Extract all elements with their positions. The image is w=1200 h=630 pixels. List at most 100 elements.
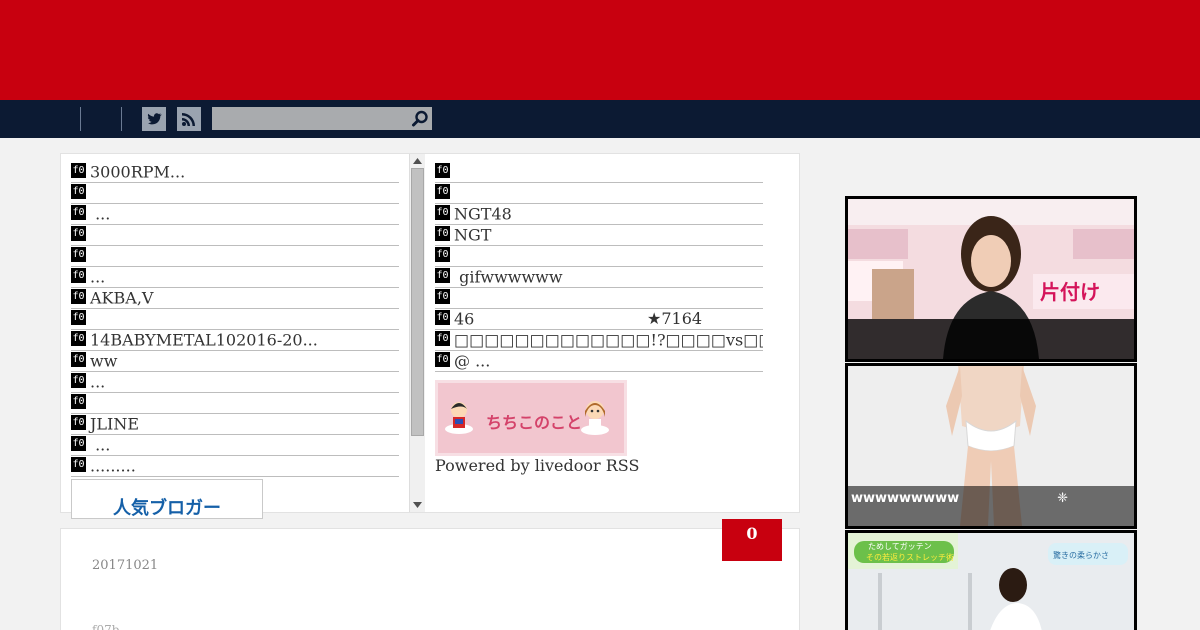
feed-item[interactable]: f0 <box>435 246 763 267</box>
navbar <box>0 100 1200 138</box>
feed-list-right[interactable]: f0 f0 f0 NGT48 f0 NGT f0 f0 gifwwwwww f0 f0 46 ★716… <box>435 162 763 475</box>
scroll-up-arrow-icon[interactable] <box>412 156 423 166</box>
feed-favicon-icon: f0 <box>435 205 450 220</box>
feed-item[interactable]: f0 14BABYMETAL102016-20... <box>71 330 399 351</box>
feed-favicon-icon: f0 <box>71 310 86 325</box>
chibi-character-icon <box>581 401 609 435</box>
nav-separator <box>80 107 81 131</box>
feed-item-title[interactable]: ... <box>90 268 105 287</box>
feed-item[interactable]: f0 <box>71 183 399 204</box>
feed-item[interactable]: f0 <box>435 162 763 183</box>
feed-item-title[interactable]: 3000RPM... <box>90 163 185 182</box>
feed-favicon-icon: f0 <box>435 352 450 367</box>
feed-item[interactable]: f0 <box>71 246 399 267</box>
feed-favicon-icon: f0 <box>71 163 86 178</box>
sidebar-thumbnail[interactable]: wwwwwwwww ❈ <box>845 363 1137 529</box>
feed-favicon-icon: f0 <box>71 415 86 430</box>
powered-by-text[interactable]: Powered by livedoor RSS <box>435 456 639 475</box>
feed-item[interactable]: f0 <box>71 225 399 246</box>
feed-item[interactable]: f0 <box>435 288 763 309</box>
thumbnail-image: wwwwwwwww ❈ <box>848 366 1134 526</box>
feed-item-title[interactable]: AKBA,V <box>90 289 153 308</box>
feed-favicon-icon: f0 <box>435 184 450 199</box>
feed-item-title[interactable]: NGT48 <box>454 205 512 224</box>
comment-count-badge[interactable]: 0 <box>722 519 782 561</box>
feed-item[interactable]: f0 <box>435 183 763 204</box>
feed-favicon-icon: f0 <box>71 457 86 472</box>
top-banner <box>0 0 1200 100</box>
feed-item[interactable]: f0 ww <box>71 351 399 372</box>
feed-item[interactable]: f0... <box>71 267 399 288</box>
feed-favicon-icon: f0 <box>435 163 450 178</box>
feed-item-title[interactable]: NGT <box>454 226 491 245</box>
feed-item-title[interactable]: @ ... <box>454 352 490 371</box>
chichiko-banner[interactable]: ちちこのこと <box>435 380 627 456</box>
feed-favicon-icon: f0 <box>71 268 86 283</box>
feed-item[interactable]: f0 □□□□□□□□□□□□□!?□□□□vs□□□□ □□□□□□□□ <box>435 330 763 351</box>
sidebar-thumbnail[interactable]: 片付け <box>845 196 1137 362</box>
popular-blogger-label: 人気ブロガー <box>113 498 221 519</box>
feed-item[interactable]: f0 AKBA,V <box>71 288 399 309</box>
scroll-down-arrow-icon[interactable] <box>412 500 423 510</box>
twitter-icon[interactable] <box>142 107 166 131</box>
feed-favicon-icon: f0 <box>71 289 86 304</box>
search-input[interactable] <box>212 107 408 130</box>
article-subtext: f07b <box>92 623 120 630</box>
feed-item[interactable]: f0 ... <box>71 204 399 225</box>
chichiko-banner-label: ちちこのこと <box>486 413 583 432</box>
feed-item-count: ★7164 <box>647 309 703 328</box>
feed-item[interactable]: f0 NGT48 <box>435 204 763 225</box>
feed-item[interactable]: f0 @ ... <box>435 351 763 372</box>
feed-item-title[interactable]: ww <box>90 352 117 371</box>
feed-favicon-icon: f0 <box>71 352 86 367</box>
search-icon[interactable] <box>411 109 430 128</box>
feed-favicon-icon: f0 <box>71 436 86 451</box>
scrollbar[interactable] <box>409 154 425 512</box>
feed-item[interactable]: f0... <box>71 372 399 393</box>
feed-favicon-icon: f0 <box>71 205 86 220</box>
search-box <box>212 107 432 130</box>
feed-list-left[interactable]: f0 3000RPM... f0 f0 ... f0 f0 f0... f0 AKBA,V f0 f… <box>71 162 399 512</box>
thumbnail-image: 片付け <box>848 199 1134 359</box>
sidebar-thumbnail[interactable]: ためしてガッテン その若返りストレッチ術 驚きの柔らかさ <box>845 530 1137 630</box>
feed-item[interactable]: f0 <box>71 309 399 330</box>
feed-favicon-icon: f0 <box>71 373 86 388</box>
popular-blogger-banner[interactable]: 人気ブロガー <box>71 479 263 519</box>
feed-favicon-icon: f0 <box>71 394 86 409</box>
scroll-thumb[interactable] <box>411 168 424 436</box>
feed-item-title[interactable]: 14BABYMETAL102016-20... <box>90 331 318 350</box>
feed-favicon-icon: f0 <box>435 247 450 262</box>
chibi-character-icon <box>445 402 473 434</box>
feed-favicon-icon: f0 <box>435 289 450 304</box>
feed-item-title[interactable]: 46 <box>454 310 474 329</box>
feed-item[interactable]: f0 gifwwwwww <box>435 267 763 288</box>
thumbnail-caption: wwwwwwwww ❈ <box>848 486 1134 526</box>
feed-favicon-icon: f0 <box>71 331 86 346</box>
svg-text:その若返りストレッチ術: その若返りストレッチ術 <box>866 552 954 562</box>
thumbnail-caption <box>848 319 1134 359</box>
feed-item[interactable]: f0 ... <box>71 435 399 456</box>
feed-item[interactable]: f0 <box>71 393 399 414</box>
feed-item[interactable]: f0 JLINE <box>71 414 399 435</box>
feed-favicon-icon: f0 <box>435 226 450 241</box>
feed-favicon-icon: f0 <box>71 184 86 199</box>
feed-item-title[interactable]: ... <box>90 436 110 455</box>
rss-icon[interactable] <box>177 107 201 131</box>
svg-text:驚きの柔らかさ: 驚きの柔らかさ <box>1053 550 1109 560</box>
thumbnail-image: ためしてガッテン その若返りストレッチ術 驚きの柔らかさ <box>848 533 1134 630</box>
feed-item[interactable]: f0 46 ★7164 <box>435 309 763 330</box>
article-date: 20171021 <box>92 558 159 573</box>
svg-text:片付け: 片付け <box>1040 280 1100 304</box>
feed-item[interactable]: f0 NGT <box>435 225 763 246</box>
feed-favicon-icon: f0 <box>71 226 86 241</box>
feed-item-title[interactable]: gifwwwwww <box>454 268 562 287</box>
feed-item[interactable]: f0 3000RPM... <box>71 162 399 183</box>
feed-item-title[interactable]: JLINE <box>90 415 139 434</box>
feed-item-title[interactable]: ... <box>90 373 105 392</box>
feed-item-title[interactable]: □□□□□□□□□□□□□!?□□□□vs□□□□ □□□□□□□□ <box>454 331 763 350</box>
feed-item-title[interactable]: ......... <box>90 457 136 476</box>
nav-separator <box>121 107 122 131</box>
svg-text:ためしてガッテン: ためしてガッテン <box>868 541 932 551</box>
feed-item-title[interactable]: ... <box>90 205 110 224</box>
feed-item[interactable]: f0......... <box>71 456 399 477</box>
